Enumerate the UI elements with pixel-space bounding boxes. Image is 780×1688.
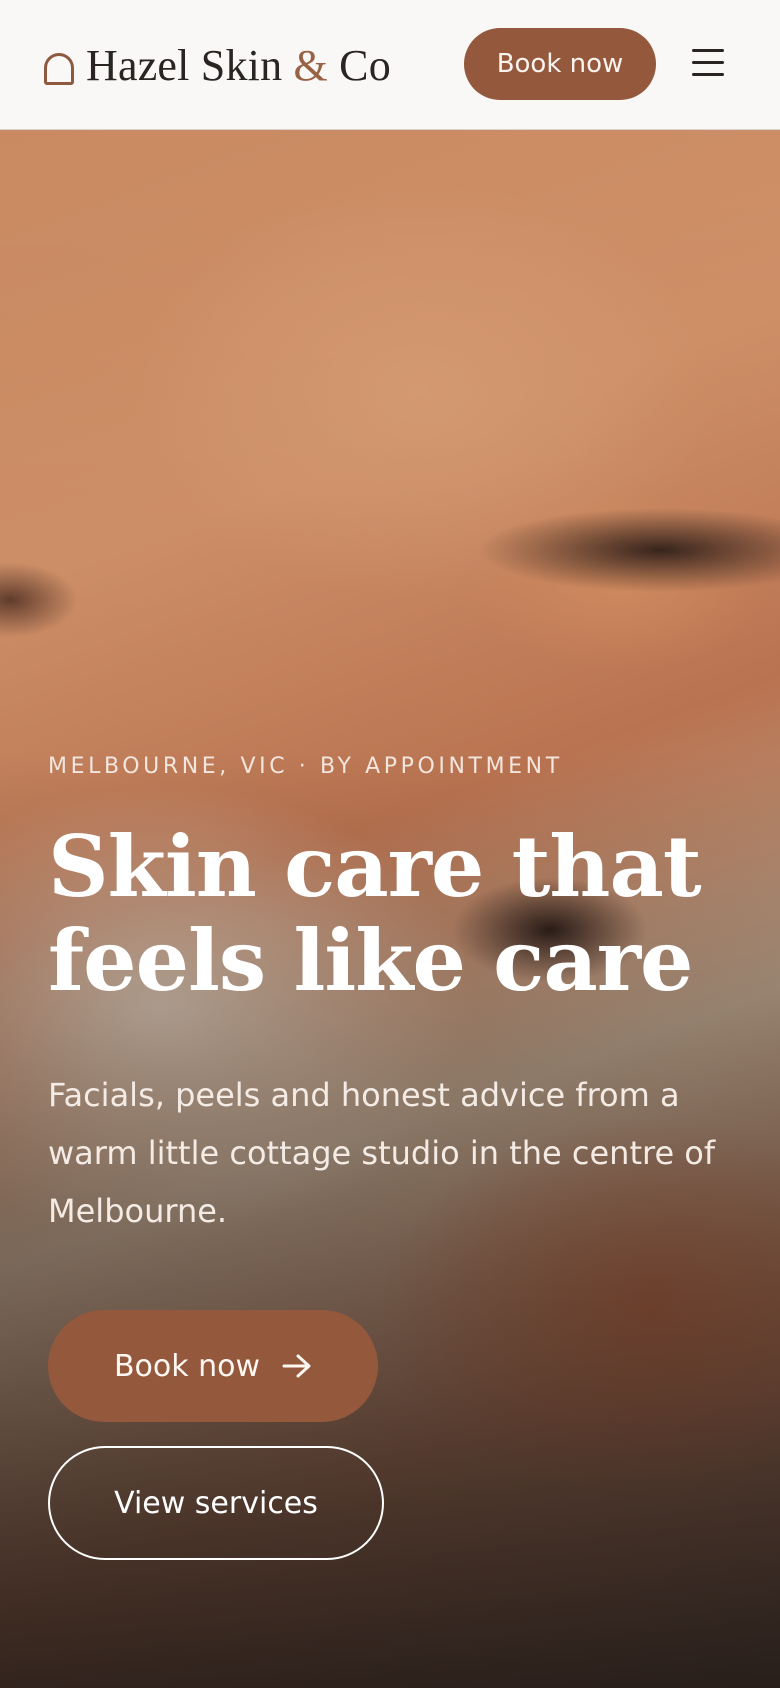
header-book-button[interactable]: Book now [464,28,656,100]
menu-line [692,73,724,76]
menu-line [692,61,724,64]
hero-book-button[interactable]: Book now [48,1310,378,1422]
cottage-arch-icon [44,53,74,85]
site-header: Hazel Skin & Co Book now [0,0,780,130]
brand-logo[interactable]: Hazel Skin & Co [44,38,391,92]
hero-subcopy: Facials, peels and honest advice from a … [48,1076,716,1230]
hero-book-label: Book now [113,1348,261,1384]
menu-line [692,49,724,52]
arrow-right-icon [282,1354,311,1378]
brand-ampersand: & [293,40,328,90]
brand-name: Hazel Skin & Co [86,40,391,91]
view-services-button[interactable]: View services [48,1446,384,1560]
hamburger-menu-icon[interactable] [690,46,726,80]
hero-headline: Skin care that feels like care [48,817,702,1010]
hero-eyebrow: MELBOURNE, VIC · BY APPOINTMENT [48,754,563,779]
brand-name-suffix: Co [339,40,391,90]
hero-section: MELBOURNE, VIC · BY APPOINTMENT Skin car… [0,130,780,1688]
brand-name-main: Hazel Skin [86,40,283,90]
